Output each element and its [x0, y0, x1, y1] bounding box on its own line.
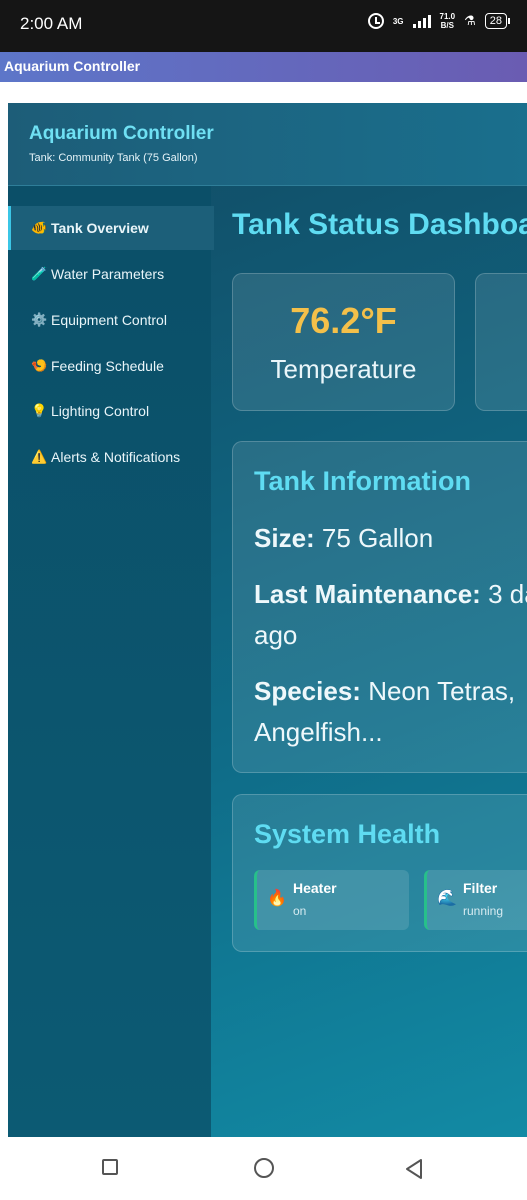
species-label: Species:	[254, 676, 361, 706]
sidebar-item-alerts[interactable]: ⚠️ Alerts & Notifications	[8, 435, 211, 479]
signal-icon	[412, 14, 431, 28]
network-speed-unit: B/S	[440, 21, 454, 30]
test-tube-icon: 🧪	[31, 266, 48, 281]
main-content: Tank Status Dashboard 76.2°F Temperature…	[211, 186, 527, 1137]
aquarium-app: Aquarium Controller Tank: Community Tank…	[8, 103, 527, 1137]
sidebar-item-tank-overview[interactable]: 🐠 Tank Overview	[8, 206, 214, 250]
app-bar-title: Aquarium Controller	[4, 58, 141, 74]
health-item-name: Filter	[463, 880, 498, 896]
light-bulb-icon: 💡	[31, 403, 48, 418]
recent-apps-button[interactable]	[102, 1159, 118, 1175]
gear-icon: ⚙️	[31, 312, 48, 327]
warning-icon: ⚠️	[31, 449, 48, 464]
species-continued: Angelfish...	[254, 717, 383, 747]
sidebar-item-label: Feeding Schedule	[51, 358, 164, 374]
tank-size-label: Size:	[254, 523, 315, 553]
health-item-filter: 🌊 Filter running	[424, 870, 527, 930]
sidebar-item-label: Water Parameters	[51, 266, 165, 282]
sidebar-item-water-parameters[interactable]: 🧪 Water Parameters	[8, 252, 211, 296]
battery-level: 28	[489, 15, 502, 27]
system-health-title: System Health	[254, 819, 441, 849]
temperature-card: 76.2°F Temperature	[232, 273, 455, 411]
sidebar-item-lighting-control[interactable]: 💡 Lighting Control	[8, 389, 211, 433]
sidebar-item-label: Alerts & Notifications	[51, 449, 181, 465]
tank-information-title: Tank Information	[254, 466, 472, 496]
sidebar-item-label: Lighting Control	[51, 403, 150, 419]
status-icons: 3G 71.0 B/S ⚗ 28	[367, 12, 511, 30]
header-title: Aquarium Controller	[29, 123, 214, 144]
app-header: Aquarium Controller Tank: Community Tank…	[8, 103, 527, 186]
fish-icon: 🐠	[31, 220, 48, 235]
flask-icon: ⚗	[464, 13, 476, 28]
status-time: 2:00 AM	[20, 14, 83, 33]
back-button[interactable]	[404, 1158, 424, 1180]
tank-size-row: Size: 75 Gallon	[254, 518, 433, 558]
temperature-label: Temperature	[270, 354, 417, 384]
app-bar: Aquarium Controller	[0, 52, 527, 82]
system-nav-bar	[0, 1137, 527, 1200]
fire-icon: 🔥	[267, 890, 287, 907]
last-maintenance-row: Last Maintenance: 3 days	[254, 574, 527, 614]
species-value: Neon Tetras,	[368, 676, 516, 706]
last-maintenance-label: Last Maintenance:	[254, 579, 481, 609]
health-item-status: on	[293, 904, 307, 918]
wave-icon: 🌊	[437, 890, 457, 907]
health-item-status: running	[463, 904, 504, 918]
last-maintenance-value: 3 days	[488, 579, 527, 609]
sidebar-item-equipment-control[interactable]: ⚙️ Equipment Control	[8, 298, 211, 342]
network-speed-value: 71.0	[439, 12, 456, 21]
battery-icon: 28	[484, 13, 511, 29]
species-row: Species: Neon Tetras,	[254, 671, 515, 711]
network-type: 3G	[392, 16, 404, 26]
tank-information-card: Tank Information Size: 75 Gallon Last Ma…	[232, 441, 527, 773]
header-subtitle: Tank: Community Tank (75 Gallon)	[29, 152, 198, 164]
temperature-value: 76.2°F	[290, 300, 397, 341]
stat-card	[475, 273, 527, 411]
shrimp-icon: 🍤	[31, 358, 48, 373]
last-maintenance-continued: ago	[254, 620, 298, 650]
sidebar-item-label: Equipment Control	[51, 312, 167, 328]
tank-size-value: 75 Gallon	[321, 523, 434, 553]
health-item-name: Heater	[293, 880, 337, 896]
network-speed: 71.0 B/S	[440, 12, 456, 30]
sidebar-item-label: Tank Overview	[51, 220, 149, 236]
health-item-heater: 🔥 Heater on	[254, 870, 409, 930]
sidebar: 🐠 Tank Overview 🧪 Water Parameters ⚙️ Eq…	[8, 186, 214, 1137]
system-health-card: System Health 🔥 Heater on 🌊 Filter runni…	[232, 794, 527, 952]
page-title: Tank Status Dashboard	[232, 208, 527, 241]
status-bar: 2:00 AM 3G 71.0 B/S ⚗ 28	[0, 0, 527, 52]
home-button[interactable]	[254, 1158, 274, 1178]
alarm-icon	[367, 13, 384, 29]
sidebar-item-feeding-schedule[interactable]: 🍤 Feeding Schedule	[8, 344, 211, 388]
